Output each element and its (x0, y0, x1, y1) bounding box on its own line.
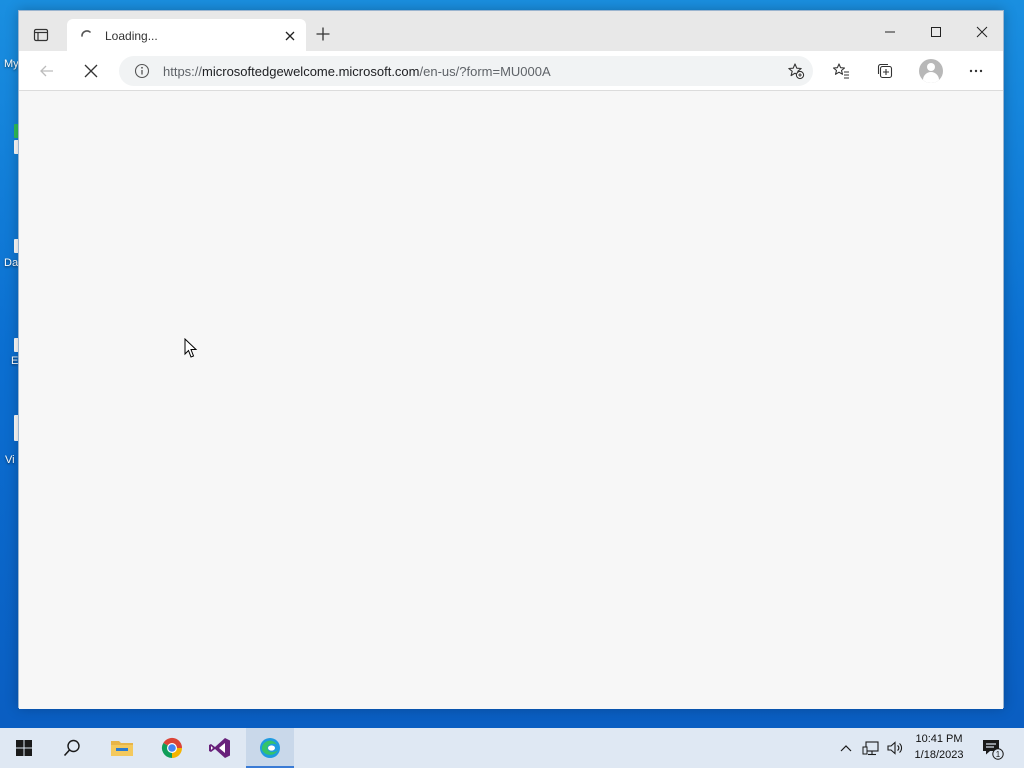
favorites-list-icon (832, 63, 849, 79)
mouse-cursor-icon (184, 338, 198, 358)
profile-icon-head (927, 63, 935, 71)
settings-more-button[interactable] (962, 58, 990, 84)
desktop-icon-label: Da (4, 257, 19, 269)
tab-actions-button[interactable] (29, 23, 53, 47)
profile-icon-body (923, 72, 939, 83)
show-hidden-icons-button[interactable] (836, 728, 856, 768)
stop-loading-button[interactable] (77, 58, 105, 84)
search-icon (63, 739, 80, 757)
clock-date: 1/18/2023 (914, 749, 964, 761)
more-horizontal-icon (969, 69, 983, 73)
notification-count: 1 (996, 750, 1001, 759)
network-icon (862, 741, 879, 756)
page-content-area[interactable] (19, 91, 1003, 709)
profile-avatar-button[interactable] (919, 59, 943, 83)
back-button[interactable] (33, 58, 61, 84)
tab-strip: Loading... (19, 11, 1005, 53)
favorites-button[interactable] (827, 58, 855, 84)
back-arrow-icon (40, 65, 53, 77)
clock-time: 10:41 PM (915, 733, 963, 745)
url-scheme: https:// (163, 63, 203, 79)
maximize-icon (931, 27, 941, 37)
taskbar: 10:41 PM 1/18/2023 1 (0, 728, 1024, 768)
close-icon (84, 64, 98, 78)
chrome-icon (161, 737, 183, 759)
windows-logo-icon (16, 740, 32, 756)
minimize-icon (885, 31, 895, 33)
taskbar-start[interactable] (0, 728, 48, 768)
url-host: microsoftedgewelcome.microsoft.com (202, 63, 420, 79)
add-favorite-button[interactable] (785, 60, 807, 82)
tab-actions-icon (33, 28, 49, 42)
url-text: https://microsoftedgewelcome.microsoft.c… (163, 64, 551, 79)
collections-icon (877, 63, 893, 79)
browser-tab[interactable]: Loading... (67, 19, 306, 53)
taskbar-file-explorer[interactable] (98, 728, 146, 768)
site-info-button[interactable] (133, 62, 151, 80)
close-window-button[interactable] (959, 17, 1005, 47)
visual-studio-icon (209, 738, 230, 758)
collections-button[interactable] (871, 58, 899, 84)
taskbar-edge[interactable] (246, 728, 294, 768)
desktop-icon-label: My (4, 58, 19, 70)
loading-spinner-icon (81, 30, 91, 37)
tab-close-button[interactable] (280, 26, 300, 46)
taskbar-visual-studio[interactable] (196, 728, 244, 768)
taskbar-search[interactable] (48, 728, 96, 768)
taskbar-chrome[interactable] (148, 728, 196, 768)
edge-icon (260, 738, 280, 758)
plus-icon (316, 27, 330, 41)
close-icon (976, 26, 988, 38)
new-tab-button[interactable] (312, 23, 334, 45)
taskbar-clock[interactable]: 10:41 PM 1/18/2023 (900, 731, 978, 763)
star-add-icon (788, 63, 805, 80)
network-button[interactable] (860, 728, 882, 768)
close-icon (285, 31, 295, 41)
chevron-up-icon (840, 745, 852, 752)
navigation-toolbar: https://microsoftedgewelcome.microsoft.c… (19, 51, 1003, 91)
info-icon (134, 63, 150, 79)
maximize-button[interactable] (913, 17, 959, 47)
edge-browser-window: Loading... https://microsoftedgewelcome.… (18, 10, 1005, 709)
minimize-button[interactable] (867, 17, 913, 47)
tab-title: Loading... (105, 29, 158, 43)
notification-icon: 1 (983, 740, 1004, 760)
desktop-icon-label: Vi (5, 454, 15, 466)
action-center-button[interactable]: 1 (980, 736, 1004, 760)
folder-icon (111, 741, 133, 756)
address-bar[interactable]: https://microsoftedgewelcome.microsoft.c… (119, 56, 813, 86)
url-path: /en-us/?form=MU000A (419, 63, 551, 79)
